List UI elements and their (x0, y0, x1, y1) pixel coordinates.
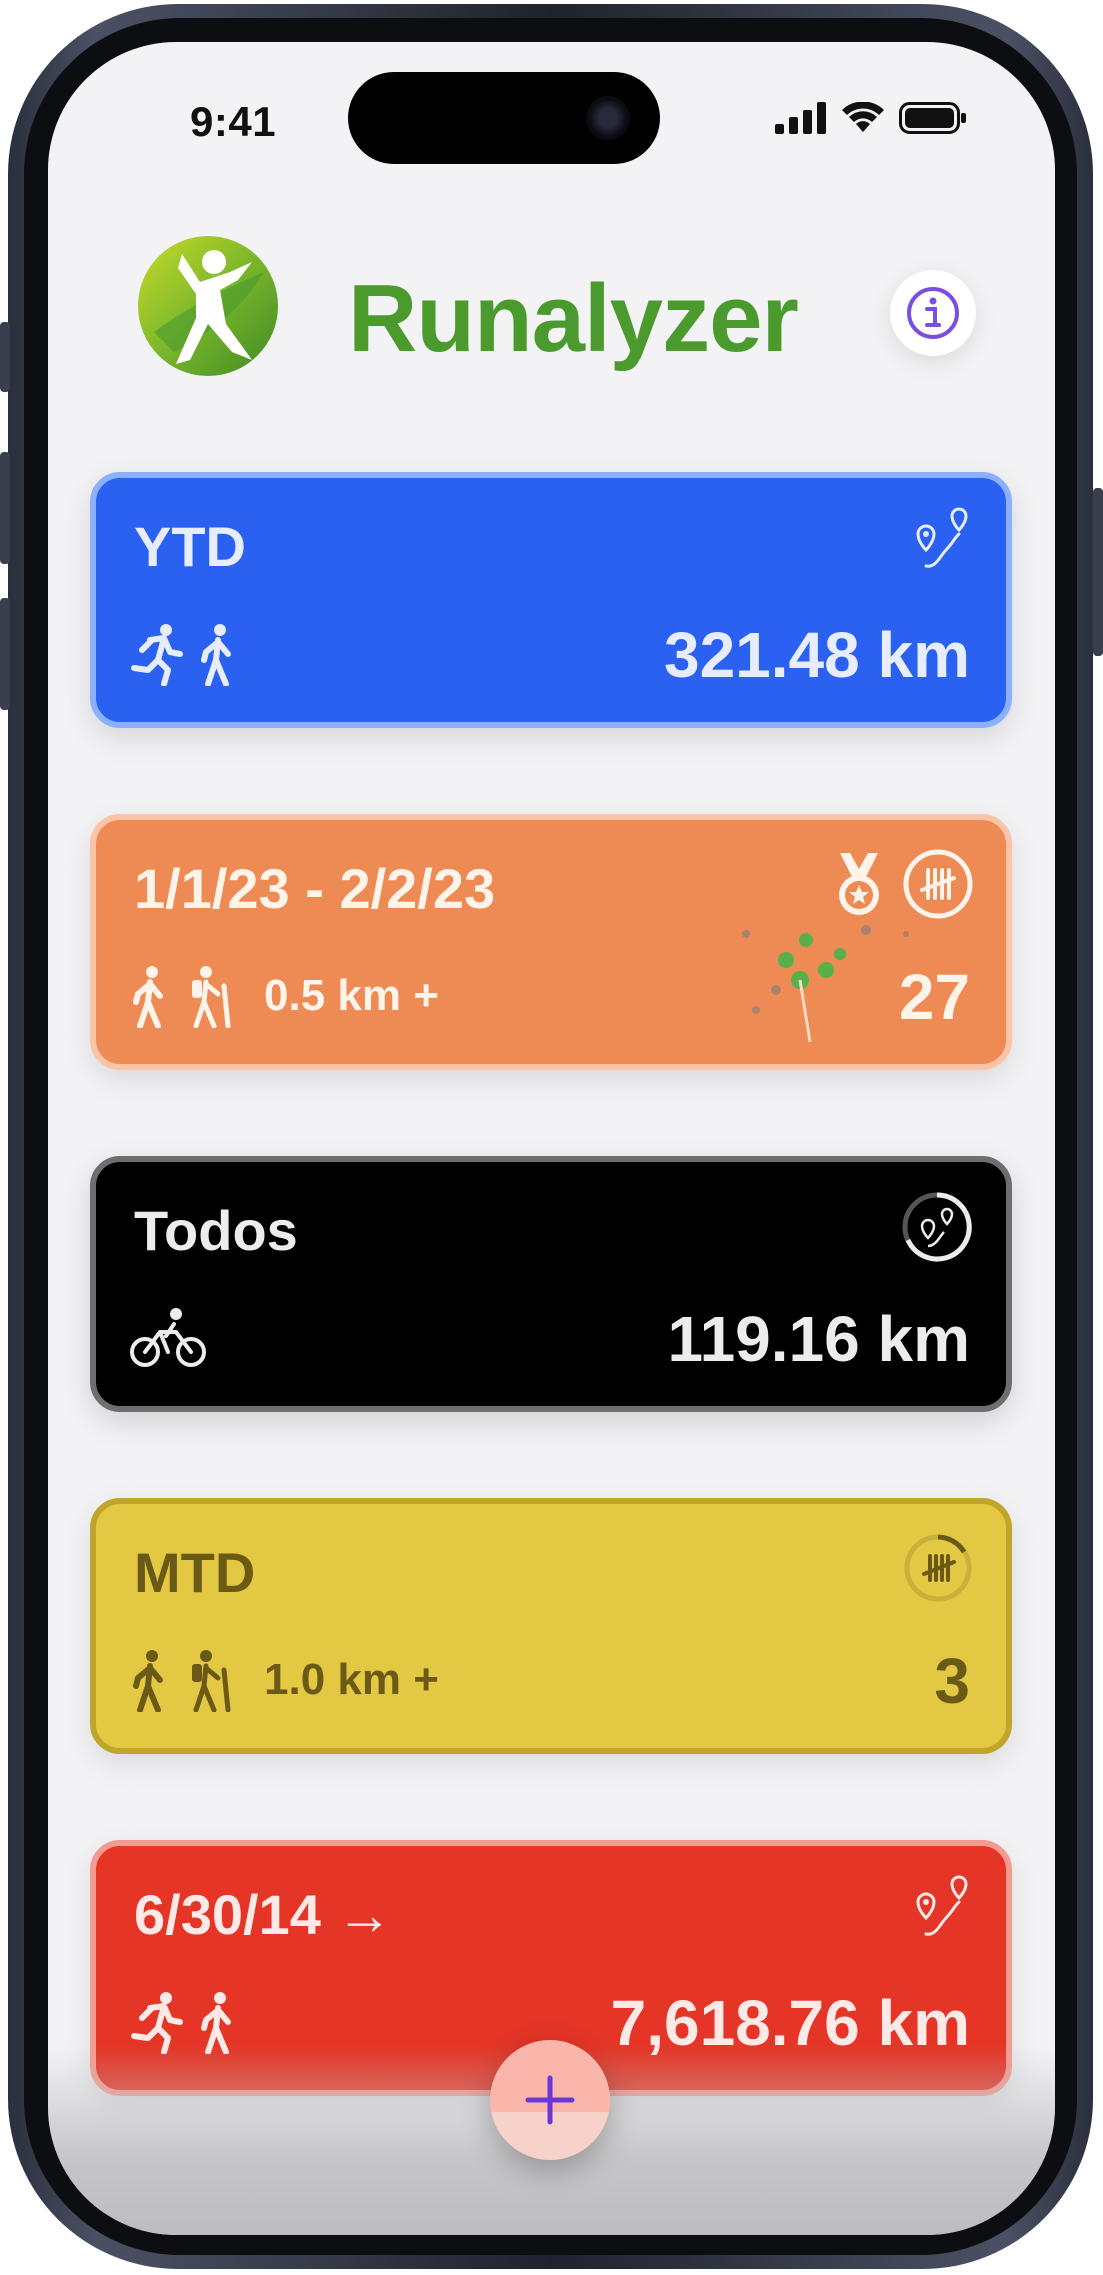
route-pins-icon (916, 507, 968, 568)
activity-icons (130, 1306, 206, 1370)
app-title: Runalyzer (348, 265, 799, 372)
walking-icon (201, 624, 231, 686)
card-badge (900, 1190, 974, 1269)
front-camera (586, 96, 630, 140)
card-badge (904, 1874, 974, 1949)
status-icons (775, 102, 967, 134)
route-progress-icon (902, 1192, 972, 1262)
volume-down-button (0, 598, 10, 710)
card-value: 27 (898, 961, 970, 1033)
walking-icon (133, 966, 163, 1028)
distance-filter-label: 1.0 km + (264, 1655, 439, 1704)
card-title: Todos (134, 1199, 298, 1262)
add-filter-button[interactable] (490, 2040, 610, 2160)
tally-progress-icon (904, 1534, 972, 1602)
cellular-signal-icon (775, 102, 826, 134)
app-screen: 9:41 Runalyzer YTD 321.48 km 1/1/23 - 2/… (48, 42, 1055, 2235)
card-title: YTD (134, 515, 246, 578)
battery-icon (899, 102, 966, 134)
hiking-icon (192, 1650, 231, 1712)
filter-card-ytd[interactable]: YTD 321.48 km (90, 472, 1012, 728)
card-title: 1/1/23 - 2/2/23 (134, 857, 496, 920)
card-badge (904, 506, 974, 581)
distance-filter-label: 0.5 km + (264, 971, 439, 1020)
hiking-icon (192, 966, 231, 1028)
card-value: 321.48 km (663, 619, 970, 691)
info-icon (907, 287, 959, 339)
cycling-icon (130, 1308, 206, 1367)
volume-up-button (0, 452, 10, 564)
running-icon (131, 624, 183, 686)
card-title: MTD (134, 1541, 256, 1604)
action-button (0, 322, 10, 392)
info-button[interactable] (890, 270, 976, 356)
filter-card-mtd[interactable]: MTD 1.0 km + 3 (90, 1498, 1012, 1754)
wifi-icon (842, 102, 884, 132)
activity-icons: 1.0 km + (130, 1648, 439, 1712)
card-value: 3 (934, 1645, 970, 1717)
filter-card-todos[interactable]: Todos 119.16 km (90, 1156, 1012, 1412)
status-time: 9:41 (190, 98, 277, 145)
medal-icon (839, 853, 879, 915)
filter-card-date-range[interactable]: 1/1/23 - 2/2/23 0.5 km + 27 (90, 814, 1012, 1070)
route-pins-icon (916, 1875, 968, 1936)
card-badge (902, 1532, 974, 1609)
activity-icons (130, 622, 238, 686)
dynamic-island (348, 72, 660, 164)
card-title: 6/30/14 → (134, 1883, 393, 1946)
plus-icon (525, 2075, 575, 2125)
runner-leaf-logo (138, 236, 278, 376)
activity-icons: 0.5 km + (130, 964, 439, 1028)
card-value: 119.16 km (667, 1303, 971, 1375)
walking-icon (133, 1650, 163, 1712)
power-button (1093, 488, 1103, 656)
